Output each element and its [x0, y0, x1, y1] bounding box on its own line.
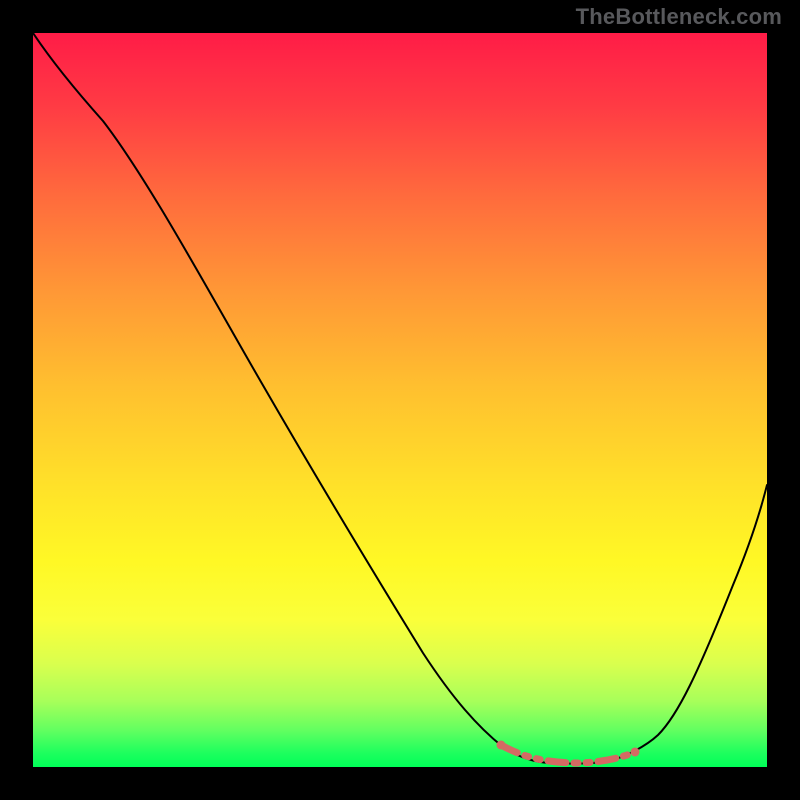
bottleneck-curve	[33, 33, 767, 764]
plot-area	[33, 33, 767, 767]
valley-marker-end	[631, 748, 640, 757]
valley-marker-start	[497, 741, 506, 750]
valley-marker	[501, 745, 635, 763]
watermark-text: TheBottleneck.com	[576, 4, 782, 30]
chart-frame: { "watermark": "TheBottleneck.com", "cha…	[0, 0, 800, 800]
curve-svg	[33, 33, 767, 767]
